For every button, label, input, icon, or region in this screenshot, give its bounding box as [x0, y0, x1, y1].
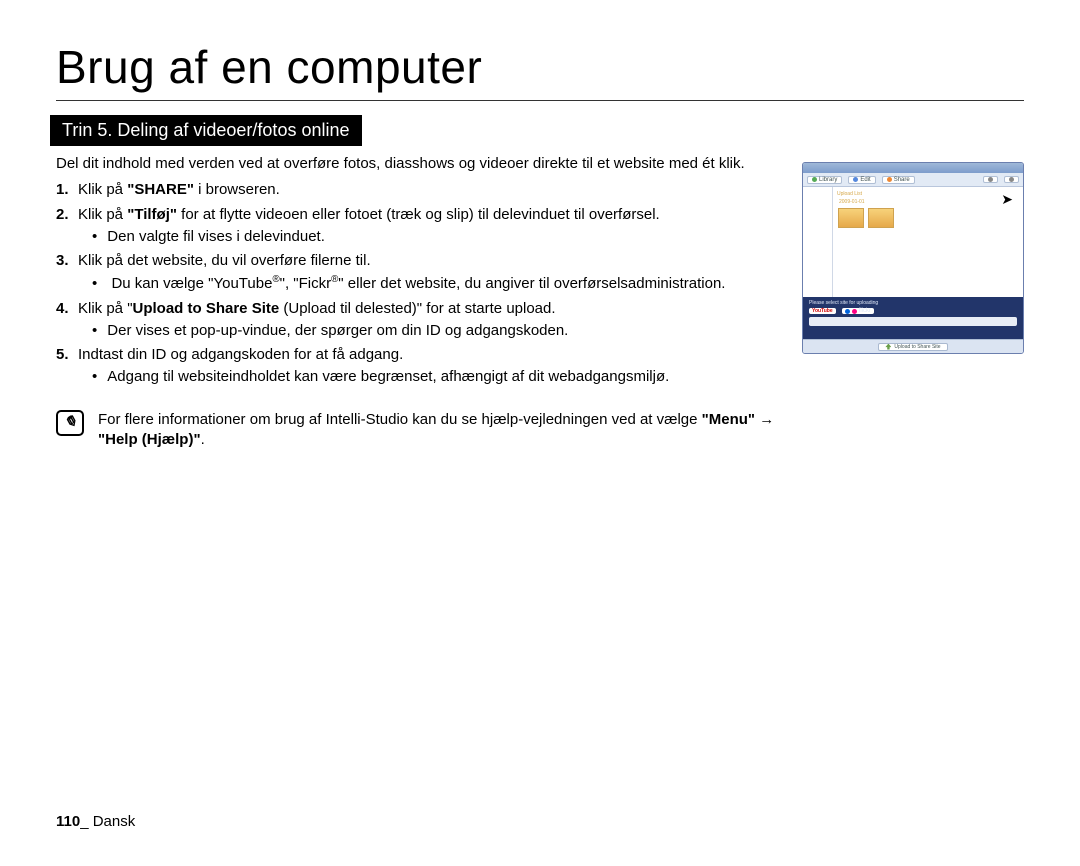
tab-share: Share [882, 176, 915, 184]
media-thumb [868, 208, 894, 228]
tab-library: Library [807, 176, 842, 184]
note-icon: ✎ [56, 410, 84, 436]
step-text: Klik på "SHARE" i browseren. [78, 181, 280, 198]
sub-list: Du kan vælge "YouTube®", "Fickr®" eller … [92, 273, 784, 294]
upload-list-label: Upload List [837, 191, 1019, 197]
toolbar-button [983, 176, 998, 183]
content-column: Del dit indhold med verden ved at overfø… [56, 154, 784, 450]
manual-page: Brug af en computer Trin 5. Deling af vi… [0, 0, 1080, 866]
upload-button: Upload to Share Site [878, 343, 947, 351]
note-text: For flere informationer om brug af Intel… [98, 410, 784, 451]
registered-icon: ® [272, 274, 279, 285]
step-2: 2. Klik på "Tilføj" for at flytte videoe… [56, 205, 784, 248]
app-canvas: Upload List 2009-01-01 ➤ [833, 187, 1023, 297]
body-row: Del dit indhold med verden ved at overfø… [56, 154, 1024, 450]
sub-list: Der vises et pop-up-vindue, der spørger … [92, 321, 784, 341]
app-lower-panel: Please select site for uploading YouTube… [803, 297, 1023, 339]
step-4: 4. Klik på "Upload to Share Site (Upload… [56, 299, 784, 342]
step-5: 5. Indtast din ID og adgangskoden for at… [56, 345, 784, 388]
page-number: 110 [56, 813, 80, 830]
sub-list: Adgang til websiteindholdet kan være beg… [92, 367, 784, 387]
upload-button-label: Upload to Share Site [894, 344, 940, 350]
app-sidebar [803, 187, 833, 297]
tab-edit: Edit [848, 176, 875, 184]
app-bottom-bar: Upload to Share Site [803, 339, 1023, 353]
step-number: 1. [56, 180, 69, 200]
youtube-chip: YouTube [809, 308, 836, 314]
page-title: Brug af en computer [56, 40, 1024, 101]
step-text: Klik på det website, du vil overføre fil… [78, 252, 371, 269]
app-main: Upload List 2009-01-01 ➤ [803, 187, 1023, 297]
site-chips: YouTube flickr [809, 308, 1017, 314]
step-text: Indtast din ID og adgangskoden for at få… [78, 346, 403, 363]
section-heading: Trin 5. Deling af videoer/fotos online [50, 115, 362, 146]
sub-item: Adgang til websiteindholdet kan være beg… [92, 367, 784, 387]
step-number: 5. [56, 345, 69, 365]
step-3: 3. Klik på det website, du vil overføre … [56, 251, 784, 295]
step-number: 2. [56, 205, 69, 225]
controls-strip [809, 317, 1017, 326]
upload-icon [885, 344, 891, 350]
steps-list: 1. Klik på "SHARE" i browseren. 2. Klik … [56, 180, 784, 387]
app-toolbar: Library Edit Share [803, 173, 1023, 187]
date-label: 2009-01-01 [839, 199, 1019, 205]
media-thumb [838, 208, 864, 228]
footer-language: Dansk [93, 813, 136, 830]
sub-item: Der vises et pop-up-vindue, der spørger … [92, 321, 784, 341]
step-number: 4. [56, 299, 69, 319]
note-row: ✎ For flere informationer om brug af Int… [56, 410, 784, 451]
step-text: Klik på "Tilføj" for at flytte videoen e… [78, 206, 660, 223]
flickr-chip: flickr [842, 308, 874, 314]
sub-item: Du kan vælge "YouTube®", "Fickr®" eller … [92, 273, 784, 294]
cursor-icon: ➤ [1001, 191, 1013, 208]
sub-item: Den valgte fil vises i delevinduet. [92, 227, 784, 247]
toolbar-button [1004, 176, 1019, 183]
step-1: 1. Klik på "SHARE" i browseren. [56, 180, 784, 200]
select-site-label: Please select site for uploading [809, 300, 1017, 306]
step-text: Klik på "Upload to Share Site (Upload ti… [78, 300, 556, 317]
app-screenshot: Library Edit Share Upload List 2009-01-0… [802, 162, 1024, 354]
step-number: 3. [56, 251, 69, 271]
page-footer: 110_ Dansk [56, 813, 135, 830]
app-titlebar [803, 163, 1023, 173]
intro-text: Del dit indhold med verden ved at overfø… [56, 154, 784, 174]
sub-list: Den valgte fil vises i delevinduet. [92, 227, 784, 247]
